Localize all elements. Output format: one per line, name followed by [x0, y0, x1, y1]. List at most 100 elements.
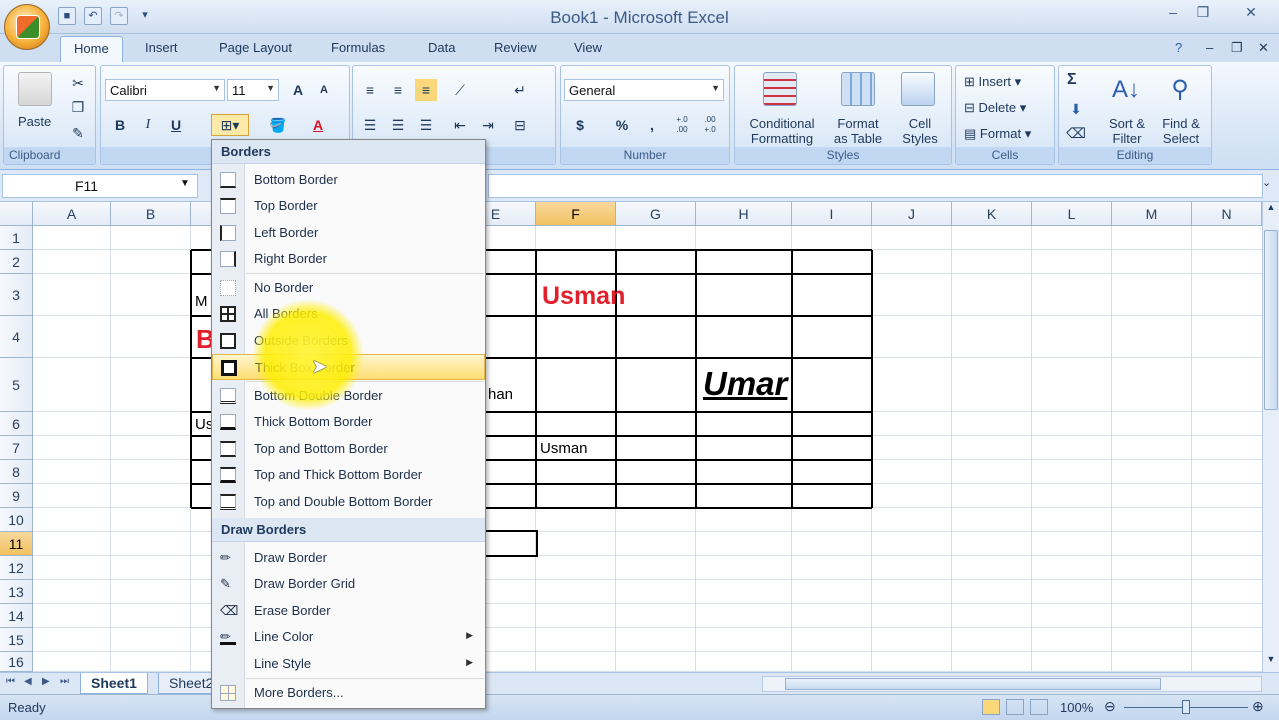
- name-box[interactable]: F11: [2, 174, 198, 198]
- ribbon-minimize-icon[interactable]: –: [1206, 40, 1213, 55]
- comma-button[interactable]: ,: [641, 114, 663, 136]
- align-center-icon[interactable]: ☰: [387, 114, 409, 136]
- scroll-thumb[interactable]: [1264, 230, 1278, 410]
- row-header-12[interactable]: 12: [0, 556, 33, 580]
- find-select-button[interactable]: Find & Select: [1157, 116, 1205, 146]
- align-right-icon[interactable]: ☰: [415, 114, 437, 136]
- conditional-formatting-button[interactable]: Conditional Formatting: [741, 116, 823, 146]
- menu-item-more-borders[interactable]: More Borders...: [212, 680, 485, 706]
- bold-button[interactable]: B: [109, 114, 131, 136]
- orientation-icon[interactable]: ⟋: [449, 79, 471, 101]
- prev-sheet-icon[interactable]: ◀: [24, 676, 32, 687]
- menu-item-top-border[interactable]: Top Border: [212, 193, 485, 219]
- cut-icon[interactable]: ✂: [67, 72, 89, 94]
- cell-g7[interactable]: Usman: [540, 440, 588, 457]
- sheet-tab-1[interactable]: Sheet1: [80, 673, 148, 694]
- zoom-out-icon[interactable]: ⊖: [1104, 698, 1116, 715]
- paste-button[interactable]: Paste: [18, 114, 51, 129]
- font-color-button[interactable]: A: [301, 114, 335, 136]
- formula-input[interactable]: [488, 174, 1263, 198]
- merge-center-icon[interactable]: ⊟: [509, 114, 531, 136]
- hscroll-thumb[interactable]: [785, 678, 1161, 690]
- autosum-button[interactable]: Σ: [1067, 72, 1077, 88]
- sheet-tab-2[interactable]: Sheet2: [158, 673, 218, 694]
- row-header-7[interactable]: 7: [0, 436, 33, 460]
- menu-item-erase-border[interactable]: ⌫ Erase Border: [212, 598, 485, 624]
- tab-page-layout[interactable]: Page Layout: [219, 40, 292, 55]
- cell-styles-button[interactable]: Cell Styles: [895, 116, 945, 146]
- menu-item-no-border[interactable]: No Border: [212, 275, 485, 301]
- ribbon-close-icon[interactable]: ✕: [1258, 40, 1269, 56]
- horizontal-scrollbar[interactable]: [762, 676, 1262, 692]
- increase-indent-icon[interactable]: ⇥: [477, 114, 499, 136]
- paste-icon[interactable]: [18, 72, 52, 106]
- menu-item-all-borders[interactable]: All Borders: [212, 301, 485, 327]
- cell-g3[interactable]: Usman: [542, 282, 625, 311]
- align-left-icon[interactable]: ☰: [359, 114, 381, 136]
- cell-c3[interactable]: M: [195, 293, 208, 310]
- restore-icon[interactable]: ❐: [1190, 4, 1216, 22]
- font-size-field[interactable]: 11 ▼: [227, 79, 279, 101]
- menu-item-line-style[interactable]: Line Style ▶: [212, 651, 485, 677]
- cell-f5[interactable]: han: [488, 386, 513, 403]
- decrease-decimal-button[interactable]: .00 +.0: [697, 114, 723, 136]
- scroll-down-icon[interactable]: ▼: [1264, 654, 1278, 670]
- format-painter-icon[interactable]: ✎: [67, 122, 89, 144]
- ribbon-restore-icon[interactable]: ❐: [1231, 40, 1243, 56]
- last-sheet-icon[interactable]: ⏭: [60, 676, 69, 687]
- vertical-scrollbar[interactable]: ▲ ▼: [1262, 202, 1279, 672]
- menu-item-bottom-double-border[interactable]: Bottom Double Border: [212, 383, 485, 409]
- italic-button[interactable]: I: [137, 114, 159, 136]
- font-name-field[interactable]: Calibri ▼: [105, 79, 225, 101]
- column-header-j[interactable]: J: [872, 202, 952, 226]
- row-header-3[interactable]: 3: [0, 274, 33, 316]
- increase-decimal-button[interactable]: +.0 .00: [669, 114, 695, 136]
- column-header-m[interactable]: M: [1112, 202, 1192, 226]
- column-header-i[interactable]: I: [792, 202, 872, 226]
- column-header-h[interactable]: H: [696, 202, 792, 226]
- format-cells-button[interactable]: ▤ Format ▾: [964, 126, 1031, 141]
- percent-button[interactable]: %: [611, 114, 633, 136]
- row-header-6[interactable]: 6: [0, 412, 33, 436]
- row-header-14[interactable]: 14: [0, 604, 33, 628]
- zoom-in-icon[interactable]: ⊕: [1252, 698, 1264, 715]
- row-header-9[interactable]: 9: [0, 484, 33, 508]
- decrease-indent-icon[interactable]: ⇤: [449, 114, 471, 136]
- conditional-formatting-icon[interactable]: [763, 72, 797, 106]
- format-as-table-icon[interactable]: [841, 72, 875, 106]
- row-header-5[interactable]: 5: [0, 358, 33, 412]
- row-header-8[interactable]: 8: [0, 460, 33, 484]
- menu-item-draw-border[interactable]: ✏ Draw Border: [212, 545, 485, 571]
- delete-cells-button[interactable]: ⊟ Delete ▾: [964, 100, 1026, 115]
- row-header-10[interactable]: 10: [0, 508, 33, 532]
- fill-color-icon[interactable]: 🪣: [261, 114, 295, 136]
- currency-button[interactable]: $: [569, 114, 591, 136]
- row-header-15[interactable]: 15: [0, 628, 33, 652]
- menu-item-top-thick-bottom-border[interactable]: Top and Thick Bottom Border: [212, 462, 485, 488]
- first-sheet-icon[interactable]: ⏮: [6, 676, 15, 687]
- scroll-up-icon[interactable]: ▲: [1264, 202, 1278, 218]
- zoom-slider-thumb[interactable]: [1182, 700, 1190, 714]
- row-header-4[interactable]: 4: [0, 316, 33, 358]
- expand-formula-icon[interactable]: ⌄: [1262, 176, 1271, 189]
- menu-item-top-bottom-border[interactable]: Top and Bottom Border: [212, 436, 485, 462]
- next-sheet-icon[interactable]: ▶: [42, 676, 50, 687]
- row-header-11[interactable]: 11: [0, 532, 33, 556]
- tab-formulas[interactable]: Formulas: [331, 40, 385, 55]
- page-break-view-icon[interactable]: [1030, 699, 1048, 715]
- row-header-1[interactable]: 1: [0, 226, 33, 250]
- wrap-text-icon[interactable]: ↵: [509, 79, 531, 101]
- page-layout-view-icon[interactable]: [1006, 699, 1024, 715]
- tab-review[interactable]: Review: [494, 40, 537, 55]
- column-header-f[interactable]: F: [536, 202, 616, 226]
- cell-i5[interactable]: Umar: [703, 365, 787, 403]
- tab-home[interactable]: Home: [60, 36, 123, 62]
- align-bottom-icon[interactable]: ≡: [415, 79, 437, 101]
- menu-item-left-border[interactable]: Left Border: [212, 220, 485, 246]
- column-header-l[interactable]: L: [1032, 202, 1112, 226]
- tab-data[interactable]: Data: [428, 40, 455, 55]
- grow-font-button[interactable]: A: [287, 79, 309, 101]
- chevron-down-icon[interactable]: ▼: [180, 178, 190, 189]
- tab-view[interactable]: View: [574, 40, 602, 55]
- row-header-16[interactable]: 16: [0, 652, 33, 672]
